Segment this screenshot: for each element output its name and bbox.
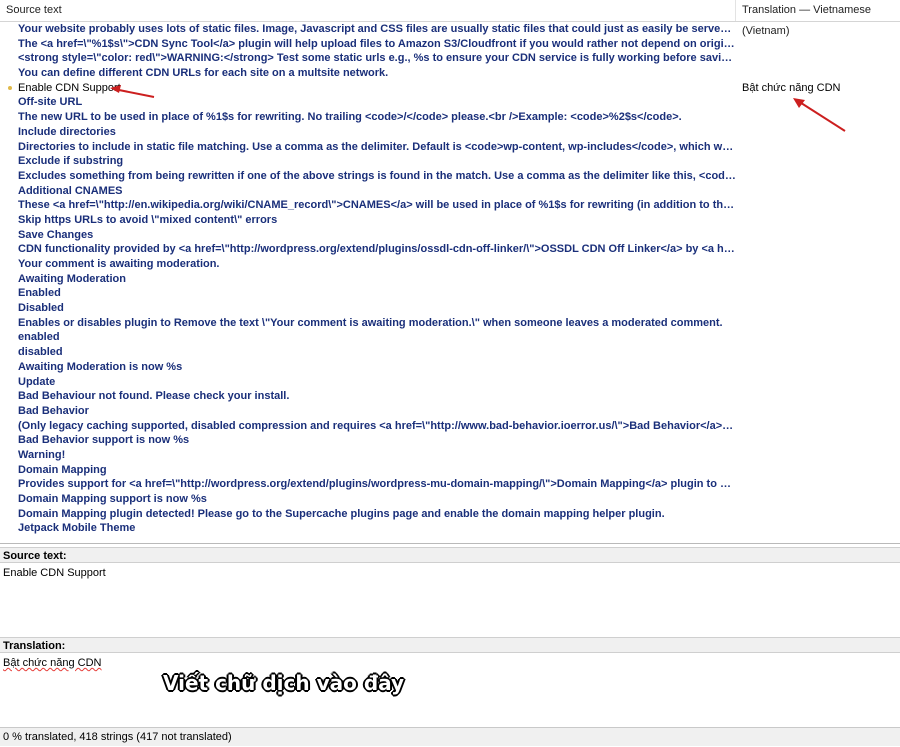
table-row[interactable]: Additional CNAMES: [0, 184, 900, 199]
row-source-text: Enables or disables plugin to Remove the…: [18, 316, 723, 329]
rows-container: Your website probably uses lots of stati…: [0, 22, 900, 536]
row-source-text: Provides support for <a href=\"http://wo…: [18, 478, 736, 491]
table-row[interactable]: Save Changes: [0, 228, 900, 243]
table-row[interactable]: Excludes something from being rewritten …: [0, 169, 900, 184]
table-row[interactable]: Domain Mapping plugin detected! Please g…: [0, 507, 900, 522]
table-row[interactable]: Warning!: [0, 448, 900, 463]
table-row[interactable]: Enables or disables plugin to Remove the…: [0, 316, 900, 331]
row-source-text: Include directories: [18, 125, 116, 138]
table-row[interactable]: Update: [0, 375, 900, 390]
list-header: Source text Translation — Vietnamese (Vi…: [0, 0, 900, 37]
table-row[interactable]: Domain Mapping: [0, 463, 900, 478]
table-row[interactable]: Enabled: [0, 286, 900, 301]
table-row[interactable]: The new URL to be used in place of %1$s …: [0, 110, 900, 125]
table-row[interactable]: These <a href=\"http://en.wikipedia.org/…: [0, 198, 900, 213]
table-row[interactable]: Include directories: [0, 125, 900, 140]
table-row[interactable]: The <a href=\"%1$s\">CDN Sync Tool</a> p…: [0, 37, 900, 52]
strings-list[interactable]: Source text Translation — Vietnamese (Vi…: [0, 0, 900, 544]
table-row[interactable]: Exclude if substring: [0, 154, 900, 169]
table-row[interactable]: Disabled: [0, 301, 900, 316]
row-source-text: Bad Behavior: [18, 404, 89, 417]
annotation-overlay-text: Viết chữ dịch vào đây: [163, 671, 405, 695]
table-row-selected[interactable]: Enable CDN Support Bật chức năng CDN: [0, 80, 900, 96]
row-source-text: Exclude if substring: [18, 155, 124, 168]
table-row[interactable]: Off-site URL: [0, 95, 900, 110]
row-source-text: Bad Behavior support is now %s: [18, 434, 190, 447]
row-source-text: Enabled: [18, 287, 61, 300]
table-row[interactable]: Awaiting Moderation is now %s: [0, 360, 900, 375]
table-row[interactable]: <strong style=\"color: red\">WARNING:</s…: [0, 51, 900, 66]
translation-editor-text[interactable]: Bật chức năng CDN: [3, 657, 101, 669]
table-row[interactable]: Directories to include in static file ma…: [0, 140, 900, 155]
row-source-text: Additional CNAMES: [18, 184, 123, 197]
row-source-text: Update: [18, 375, 56, 388]
row-source-text: Disabled: [18, 302, 64, 315]
row-source-text: Domain Mapping support is now %s: [18, 493, 207, 505]
table-row[interactable]: Provides support for <a href=\"http://wo…: [0, 477, 900, 492]
row-source-text: CDN functionality provided by <a href=\"…: [18, 243, 736, 256]
row-source-text: Warning!: [18, 448, 66, 461]
table-row[interactable]: CDN functionality provided by <a href=\"…: [0, 242, 900, 257]
table-row[interactable]: Your comment is awaiting moderation.: [0, 257, 900, 272]
table-row[interactable]: Domain Mapping support is now %s: [0, 492, 900, 507]
row-source-text: Domain Mapping: [18, 463, 107, 476]
row-source-text: disabled: [18, 346, 63, 359]
row-source-text: You can define different CDN URLs for ea…: [18, 67, 389, 80]
table-row[interactable]: Bad Behavior: [0, 404, 900, 419]
row-source-text: (Only legacy caching supported, disabled…: [18, 419, 736, 432]
row-source-text: Awaiting Moderation: [18, 272, 126, 285]
table-row[interactable]: You can define different CDN URLs for ea…: [0, 66, 900, 81]
fuzzy-marker-icon: [8, 85, 12, 90]
row-source-text: Awaiting Moderation is now %s: [18, 360, 183, 373]
source-pane-label: Source text:: [0, 547, 900, 563]
row-source-text: The new URL to be used in place of %1$s …: [18, 111, 682, 124]
table-row[interactable]: Skip https URLs to avoid \"mixed content…: [0, 213, 900, 228]
row-source-text: Domain Mapping plugin detected! Please g…: [18, 507, 665, 520]
status-bar: 0 % translated, 418 strings (417 not tra…: [0, 727, 900, 746]
table-row[interactable]: Bad Behaviour not found. Please check yo…: [0, 389, 900, 404]
table-row[interactable]: (Only legacy caching supported, disabled…: [0, 419, 900, 434]
table-row[interactable]: enabled: [0, 330, 900, 345]
translation-pane-label: Translation:: [0, 637, 900, 653]
row-source-text: The <a href=\"%1$s\">CDN Sync Tool</a> p…: [18, 37, 736, 50]
row-source-text: Enable CDN Support: [18, 81, 121, 94]
translation-column-header[interactable]: Translation — Vietnamese (Vietnam): [737, 0, 900, 37]
row-source-text: These <a href=\"http://en.wikipedia.org/…: [18, 199, 736, 212]
table-row[interactable]: Awaiting Moderation: [0, 272, 900, 287]
translation-editor[interactable]: Bật chức năng CDN: [0, 654, 900, 726]
row-source-text: Your comment is awaiting moderation.: [18, 258, 220, 270]
row-source-text: Your website probably uses lots of stati…: [18, 23, 736, 35]
row-source-text: Bad Behaviour not found. Please check yo…: [18, 390, 290, 403]
row-source-text: Jetpack Mobile Theme: [18, 522, 136, 535]
row-source-text: Save Changes: [18, 228, 94, 241]
row-source-text: <strong style=\"color: red\">WARNING:</s…: [18, 52, 736, 65]
table-row[interactable]: Jetpack Mobile Theme: [0, 521, 900, 536]
table-row[interactable]: Bad Behavior support is now %s: [0, 433, 900, 448]
row-source-text: Off-site URL: [18, 96, 83, 109]
row-translation-text: Bật chức năng CDN: [742, 81, 841, 94]
row-source-text: Skip https URLs to avoid \"mixed content…: [18, 213, 278, 226]
row-source-text: enabled: [18, 331, 60, 344]
source-column-header[interactable]: Source text: [0, 0, 736, 21]
table-row[interactable]: disabled: [0, 345, 900, 360]
table-row[interactable]: Your website probably uses lots of stati…: [0, 22, 900, 37]
row-source-text: Excludes something from being rewritten …: [18, 169, 736, 182]
source-text-view: Enable CDN Support: [0, 564, 900, 636]
row-source-text: Directories to include in static file ma…: [18, 140, 736, 153]
